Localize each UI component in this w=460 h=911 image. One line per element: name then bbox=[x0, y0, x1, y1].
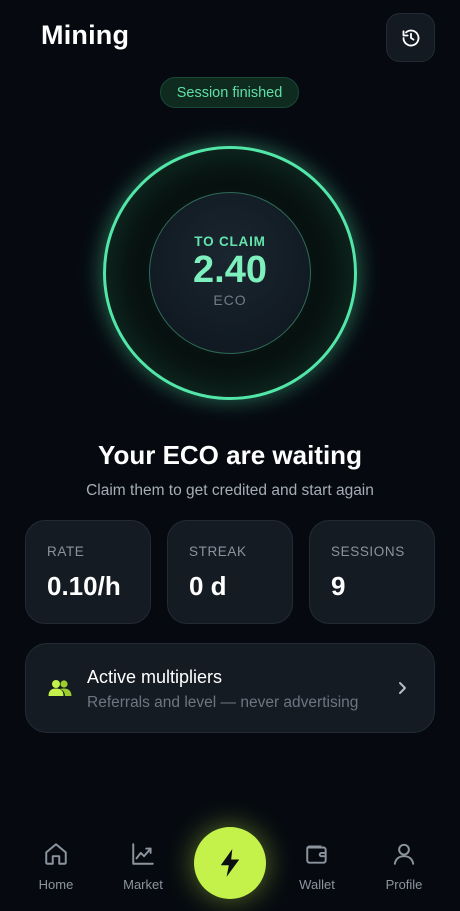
claim-display[interactable]: TO CLAIM 2.40 ECO bbox=[149, 192, 311, 354]
home-icon bbox=[45, 843, 67, 865]
chevron-right-icon bbox=[399, 682, 406, 694]
stat-value: 0 d bbox=[189, 571, 227, 601]
stat-label: STREAK bbox=[189, 544, 247, 559]
user-icon bbox=[393, 843, 415, 865]
chart-icon bbox=[132, 843, 154, 865]
active-multipliers-card[interactable]: Active multipliers Referrals and level —… bbox=[25, 643, 435, 733]
subline: Claim them to get credited and start aga… bbox=[86, 482, 374, 499]
stat-value: 0.10/h bbox=[47, 571, 121, 601]
nav-item-profile[interactable]: Profile bbox=[364, 840, 444, 900]
stat-card-streak: STREAK 0 d bbox=[167, 520, 293, 624]
stat-card-sessions: SESSIONS 9 bbox=[309, 520, 435, 624]
nav-label: Profile bbox=[385, 877, 423, 892]
nav-label: Market bbox=[123, 877, 163, 892]
status-badge: Session finished bbox=[160, 77, 299, 108]
page-title: Mining bbox=[41, 20, 130, 50]
wallet-icon bbox=[306, 845, 327, 864]
mine-button[interactable] bbox=[194, 827, 266, 899]
mining-screen: Mining Session finished TO CLAIM 2.40 EC… bbox=[0, 0, 460, 911]
headline: Your ECO are waiting bbox=[98, 440, 362, 470]
users-icon bbox=[48, 680, 72, 696]
stat-label: SESSIONS bbox=[331, 544, 405, 559]
nav-label: Wallet bbox=[299, 877, 335, 892]
multipliers-subtitle: Referrals and level — never advertising bbox=[87, 694, 359, 711]
multipliers-title: Active multipliers bbox=[87, 667, 223, 687]
nav-item-home[interactable]: Home bbox=[16, 840, 96, 900]
claim-label: TO CLAIM bbox=[194, 234, 266, 249]
stat-label: RATE bbox=[47, 544, 85, 559]
stat-card-rate: RATE 0.10/h bbox=[25, 520, 151, 624]
history-button[interactable] bbox=[386, 13, 435, 62]
nav-item-market[interactable]: Market bbox=[103, 840, 183, 900]
stat-value: 9 bbox=[331, 571, 346, 601]
history-icon bbox=[402, 29, 419, 46]
nav-item-wallet[interactable]: Wallet bbox=[277, 840, 357, 900]
claim-value: 2.40 bbox=[193, 249, 267, 291]
claim-unit: ECO bbox=[213, 292, 247, 308]
nav-label: Home bbox=[38, 877, 74, 892]
lightning-icon bbox=[220, 849, 240, 877]
